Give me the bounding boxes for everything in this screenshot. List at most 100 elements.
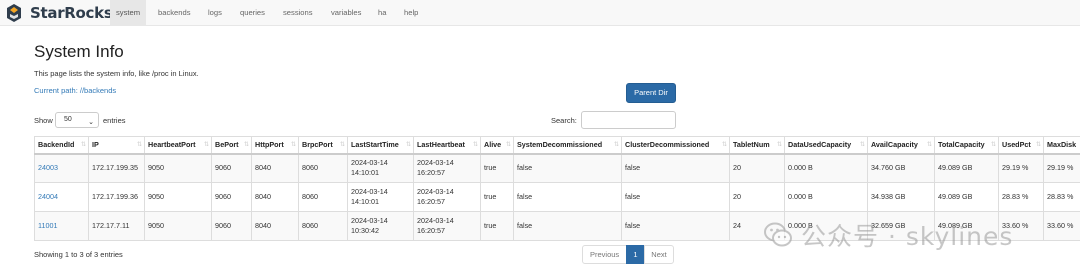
column-header[interactable]: MaxDisk bbox=[1043, 136, 1080, 155]
table-cell: 49.089 GB bbox=[934, 153, 999, 183]
nav-item-variables[interactable]: variables bbox=[325, 0, 367, 25]
table-cell: true bbox=[480, 182, 514, 212]
wechat-icon bbox=[764, 222, 792, 247]
table-cell[interactable]: 24003 bbox=[34, 153, 89, 183]
sort-icon: ⇅ bbox=[505, 142, 511, 148]
pagination: Previous 1 Next bbox=[582, 245, 674, 264]
table-cell: 8060 bbox=[298, 153, 348, 183]
watermark: 公众号 · skylines bbox=[763, 217, 1013, 253]
table-cell: 172.17.199.35 bbox=[88, 153, 145, 183]
table-cell: 9050 bbox=[144, 211, 212, 241]
table-cell[interactable]: 24004 bbox=[34, 182, 89, 212]
table-row: 24004 172.17.199.36 9050 9060 8040 8060 … bbox=[34, 182, 1080, 212]
next-page-button[interactable]: Next bbox=[644, 245, 674, 264]
table-cell: false bbox=[513, 211, 622, 241]
column-header[interactable]: UsedPct ⇅ bbox=[998, 136, 1044, 155]
cell-text: 2024-03-14 16:20:57 bbox=[417, 216, 454, 235]
nav-item-queries[interactable]: queries bbox=[234, 0, 271, 25]
top-navbar: StarRocks system backends logs queries s… bbox=[0, 0, 1080, 26]
table-cell: 20 bbox=[729, 153, 785, 183]
table-cell: false bbox=[621, 211, 730, 241]
table-cell: 2024-03-14 14:10:01 bbox=[347, 182, 414, 212]
table-cell: false bbox=[621, 182, 730, 212]
table-cell: 34.760 GB bbox=[867, 153, 935, 183]
brand-name: StarRocks bbox=[30, 4, 113, 22]
previous-page-button[interactable]: Previous bbox=[582, 245, 627, 264]
table-cell: true bbox=[480, 153, 514, 183]
sort-icon: ⇅ bbox=[990, 142, 996, 148]
cell-text: 2024-03-14 14:10:01 bbox=[351, 187, 388, 206]
cell-text: 2024-03-14 14:10:01 bbox=[351, 158, 388, 178]
column-header[interactable]: HttpPort ⇅ bbox=[251, 136, 299, 155]
sort-icon: ⇅ bbox=[405, 142, 411, 148]
table-cell: true bbox=[480, 211, 514, 241]
table-cell: 2024-03-14 10:30:42 bbox=[347, 211, 414, 241]
sort-icon: ⇅ bbox=[472, 142, 478, 148]
sort-icon: ⇅ bbox=[926, 142, 932, 148]
column-header[interactable]: BrpcPort ⇅ bbox=[298, 136, 348, 155]
search-input[interactable] bbox=[581, 111, 676, 129]
table-row: 24003 172.17.199.35 9050 9060 8040 8060 … bbox=[34, 153, 1080, 183]
sort-icon: ⇅ bbox=[136, 142, 142, 148]
column-header[interactable]: BePort ⇅ bbox=[211, 136, 252, 155]
column-header[interactable]: BackendId ⇅ bbox=[34, 136, 89, 155]
nav-item-help[interactable]: help bbox=[398, 0, 424, 25]
cell-text: 2024-03-14 16:20:57 bbox=[417, 158, 454, 178]
brand[interactable]: StarRocks bbox=[3, 2, 113, 24]
nav-item-logs[interactable]: logs bbox=[202, 0, 228, 25]
column-header[interactable]: DataUsedCapacity ⇅ bbox=[784, 136, 868, 155]
table-cell[interactable]: 11001 bbox=[34, 211, 89, 241]
column-header[interactable]: AvailCapacity ⇅ bbox=[867, 136, 935, 155]
column-header[interactable]: SystemDecommissioned ⇅ bbox=[513, 136, 622, 155]
show-label: Show bbox=[34, 116, 53, 125]
cell-text: 2024-03-14 16:20:57 bbox=[417, 187, 454, 206]
nav-item-sessions[interactable]: sessions bbox=[277, 0, 319, 25]
table-cell: 49.089 GB bbox=[934, 182, 999, 212]
backend-id-link[interactable]: 11001 bbox=[38, 221, 57, 230]
page-length-value: 50 bbox=[64, 116, 72, 123]
column-header[interactable]: TotalCapacity ⇅ bbox=[934, 136, 999, 155]
table-header-row: BackendId ⇅ IP ⇅ HeartbeatPort ⇅ BePort ⇅ Ht… bbox=[34, 136, 1080, 155]
table-cell: 172.17.199.36 bbox=[88, 182, 145, 212]
column-header[interactable]: LastHeartbeat ⇅ bbox=[413, 136, 481, 155]
table-cell: 8040 bbox=[251, 182, 299, 212]
parent-dir-button[interactable]: Parent Dir bbox=[626, 83, 676, 103]
cell-text: 2024-03-14 10:30:42 bbox=[351, 216, 388, 235]
column-header[interactable]: TabletNum ⇅ bbox=[729, 136, 785, 155]
column-header[interactable]: ClusterDecommissioned ⇅ bbox=[621, 136, 730, 155]
sort-icon: ⇅ bbox=[203, 142, 209, 148]
sort-icon: ⇅ bbox=[1035, 142, 1041, 148]
chevron-down-icon: ⌄ bbox=[88, 119, 94, 126]
backend-id-link[interactable]: 24004 bbox=[38, 192, 58, 201]
column-header[interactable]: Alive ⇅ bbox=[480, 136, 514, 155]
table-cell: 9050 bbox=[144, 182, 212, 212]
sort-icon: ⇅ bbox=[339, 142, 345, 148]
table-info: Showing 1 to 3 of 3 entries bbox=[34, 250, 123, 259]
table-cell: 2024-03-14 14:10:01 bbox=[347, 153, 414, 183]
page-length-select[interactable]: 50 ⌄ bbox=[55, 112, 99, 128]
sort-icon: ⇅ bbox=[721, 142, 727, 148]
table-cell: 9060 bbox=[211, 211, 252, 241]
search-label: Search: bbox=[551, 116, 577, 125]
table-cell: 8060 bbox=[298, 211, 348, 241]
nav-item-system[interactable]: system bbox=[110, 0, 147, 25]
current-path-link[interactable]: Current path: //backends bbox=[34, 86, 116, 95]
sort-icon: ⇅ bbox=[290, 142, 296, 148]
table-cell: false bbox=[513, 153, 622, 183]
table-cell: 8040 bbox=[251, 153, 299, 183]
table-cell: 9050 bbox=[144, 153, 212, 183]
watermark-text: 公众号 · skylines bbox=[801, 222, 1014, 251]
page-1-button[interactable]: 1 bbox=[626, 245, 645, 264]
column-header[interactable]: LastStartTime ⇅ bbox=[347, 136, 414, 155]
backend-id-link[interactable]: 24003 bbox=[38, 163, 58, 172]
table-cell: 9060 bbox=[211, 153, 252, 183]
column-header[interactable]: HeartbeatPort ⇅ bbox=[144, 136, 212, 155]
nav-item-backends[interactable]: backends bbox=[152, 0, 197, 25]
starrocks-logo-icon bbox=[7, 4, 21, 22]
table-cell: 0.000 B bbox=[784, 153, 868, 183]
nav-item-ha[interactable]: ha bbox=[372, 0, 392, 25]
table-cell: 20 bbox=[729, 182, 785, 212]
sort-icon: ⇅ bbox=[859, 142, 865, 148]
sort-icon: ⇅ bbox=[243, 142, 249, 148]
column-header[interactable]: IP ⇅ bbox=[88, 136, 145, 155]
